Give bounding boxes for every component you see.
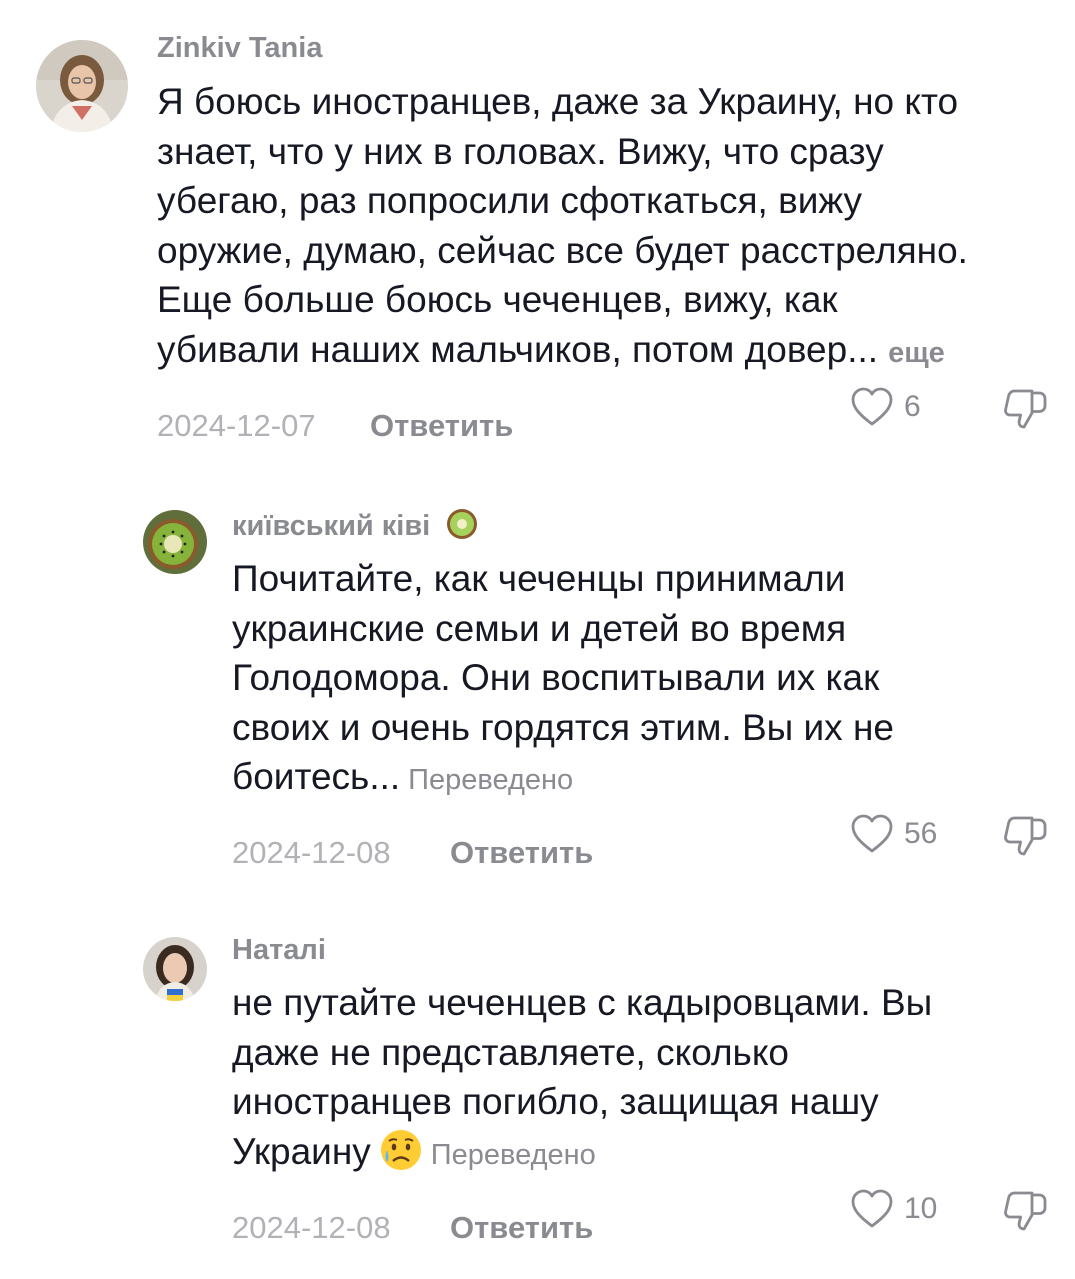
translated-label[interactable]: Переведено xyxy=(408,764,573,796)
comment-text-line: убивали наших мальчиков, потом довер... е… xyxy=(157,325,1057,379)
avatar[interactable] xyxy=(143,937,207,1001)
comment-text-line: иностранцев погибло, защищая нашу xyxy=(232,1081,879,1122)
comment-date: 2024-12-08 xyxy=(232,1210,391,1245)
comment-text-line: даже не представляете, сколько xyxy=(232,1031,790,1073)
like-count: 10 xyxy=(904,1192,938,1225)
comment-text-line: Еще больше боюсь чеченцев, вижу, как xyxy=(157,279,838,320)
comment-text-line: Я боюсь иностранцев, даже за Украину, но… xyxy=(157,81,959,122)
comment-text: Я боюсь иностранцев, даже за Украину, но… xyxy=(157,77,1057,378)
avatar[interactable] xyxy=(143,510,207,574)
reply-button[interactable]: Ответить xyxy=(450,1210,593,1246)
comment-item: Zinkiv Tania Я боюсь иностранцев, даже з… xyxy=(0,0,1075,460)
heart-icon[interactable] xyxy=(850,385,894,429)
heart-icon[interactable] xyxy=(850,1187,894,1231)
reply-button[interactable]: Ответить xyxy=(450,835,593,871)
comment-text-line-end: Украину xyxy=(232,1130,371,1172)
comment-text-line: не путайте чеченцев с кадыровцами. Вы xyxy=(232,982,933,1023)
comment-text-line: Голодомора. Они воспитывали их как xyxy=(232,657,880,698)
comment-text: не путайте чеченцев с кадыровцами. Вы да… xyxy=(232,978,1075,1180)
comment-text: Почитайте, как чеченцы принимали украинс… xyxy=(232,554,1075,806)
see-more-link[interactable]: еще xyxy=(888,337,945,369)
thumbs-down-icon[interactable] xyxy=(1002,812,1048,858)
avatar[interactable] xyxy=(36,40,128,132)
like-count: 6 xyxy=(904,390,921,423)
reply-button[interactable]: Ответить xyxy=(370,408,513,444)
comment-username[interactable]: київський ківі xyxy=(232,506,480,544)
username-text: київський ківі xyxy=(232,510,431,542)
thumbs-down-icon[interactable] xyxy=(1002,1187,1048,1233)
comment-text-line: оружие, думаю, сейчас все будет расстрел… xyxy=(157,229,968,271)
kiwi-emoji-icon xyxy=(447,509,478,539)
like-count: 56 xyxy=(904,817,938,850)
translated-label[interactable]: Переведено xyxy=(431,1139,596,1171)
comment-text-line-end: боитесь... xyxy=(232,756,401,797)
reply-comment-item: київський ківі Почитайте, как чеченцы пр… xyxy=(0,470,1075,890)
comment-text-line: Почитайте, как чеченцы принимали xyxy=(232,558,846,599)
reply-comment-item: Наталі не путайте чеченцев с кадыровцами… xyxy=(0,890,1075,1279)
sad-relieved-face-emoji-icon xyxy=(380,1129,421,1170)
comment-text-line: Украину Переведено xyxy=(232,1127,1075,1181)
comment-text-line: украинские семьи и детей во время xyxy=(232,607,847,649)
heart-icon[interactable] xyxy=(850,812,894,856)
comment-username[interactable]: Наталі xyxy=(232,932,326,968)
comment-date: 2024-12-07 xyxy=(157,408,316,443)
thumbs-down-icon[interactable] xyxy=(1002,385,1048,431)
comment-username[interactable]: Zinkiv Tania xyxy=(157,30,322,66)
comment-date: 2024-12-08 xyxy=(232,835,391,870)
comment-text-line: своих и очень гордятся этим. Вы их не xyxy=(232,706,894,748)
comment-text-line: убегаю, раз попросили сфоткаться, вижу xyxy=(157,180,863,221)
comment-text-line-end: убивали наших мальчиков, потом довер... xyxy=(157,328,879,370)
comment-text-line: знает, что у них в головах. Вижу, что ср… xyxy=(157,130,884,172)
comment-text-line: боитесь... Переведено xyxy=(232,752,1075,806)
